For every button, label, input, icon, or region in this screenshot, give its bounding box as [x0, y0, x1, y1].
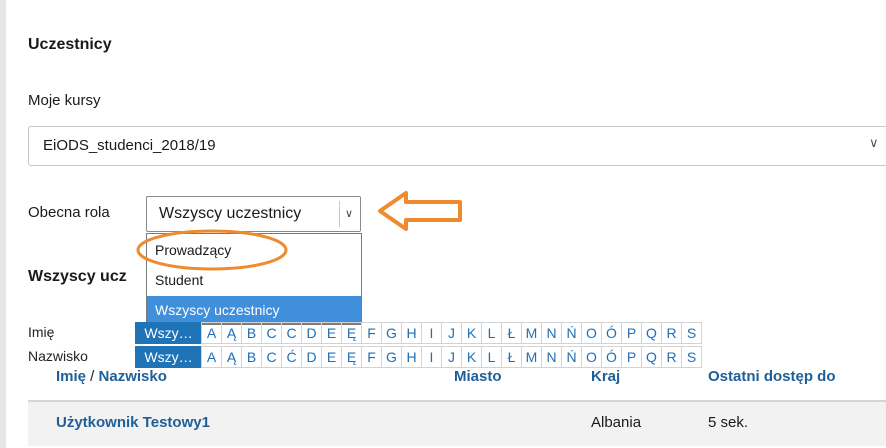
- header-separator: /: [86, 368, 99, 385]
- filter-letter-button[interactable]: H: [401, 322, 422, 344]
- user-name-link[interactable]: Użytkownik Testowy1: [56, 414, 210, 431]
- filter-all-button[interactable]: Wszy…: [135, 322, 202, 344]
- last-name-sort-link[interactable]: Nazwisko: [99, 368, 167, 385]
- course-select-value: EiODS_studenci_2018/19: [43, 137, 216, 154]
- first-name-sort-link[interactable]: Imię: [56, 368, 86, 385]
- filter-letter-button[interactable]: M: [521, 322, 542, 344]
- filter-letter-button[interactable]: E: [321, 322, 342, 344]
- filter-letter-button[interactable]: Ł: [501, 322, 522, 344]
- country-column-header[interactable]: Kraj: [591, 368, 620, 385]
- filter-letter-button[interactable]: I: [421, 322, 442, 344]
- my-courses-label: Moje kursy: [28, 92, 101, 109]
- filter-letter-button[interactable]: Ó: [601, 322, 622, 344]
- first-name-letters: Wszy… A Ą B C C D E Ę F G H I J K L Ł M N Ń O Ó P Q R S: [135, 322, 702, 344]
- chevron-down-icon: ∨: [339, 201, 358, 227]
- filter-letter-button[interactable]: A: [201, 322, 222, 344]
- role-label: Obecna rola: [28, 204, 110, 221]
- filter-letter-button[interactable]: Ę: [341, 322, 362, 344]
- filter-letter-button[interactable]: P: [621, 322, 642, 344]
- filter-letter-button[interactable]: D: [301, 322, 322, 344]
- filter-letter-button[interactable]: C: [281, 322, 302, 344]
- table-header: Imię / Nazwisko Miasto Kraj Ostatni dost…: [28, 360, 886, 402]
- filter-letter-button[interactable]: Q: [641, 322, 662, 344]
- first-name-filter-label: Imię: [28, 324, 55, 340]
- filter-letter-button[interactable]: N: [541, 322, 562, 344]
- filter-letter-button[interactable]: L: [481, 322, 502, 344]
- table-row: Użytkownik Testowy1 Albania 5 sek.: [28, 402, 886, 446]
- filter-letter-button[interactable]: O: [581, 322, 602, 344]
- filter-letter-button[interactable]: Ń: [561, 322, 582, 344]
- filter-letter-button[interactable]: B: [241, 322, 262, 344]
- section-heading: Wszyscy ucz: [28, 268, 127, 285]
- role-option-all[interactable]: Wszyscy uczestnicy: [147, 296, 361, 324]
- filter-letter-button[interactable]: F: [361, 322, 382, 344]
- user-country: Albania: [591, 414, 642, 431]
- course-select[interactable]: EiODS_studenci_2018/19 ∨: [28, 126, 886, 166]
- annotation-arrow-icon: [378, 191, 462, 231]
- filter-letter-button[interactable]: G: [381, 322, 402, 344]
- filter-letter-button[interactable]: K: [461, 322, 482, 344]
- filter-letter-button[interactable]: C: [261, 322, 282, 344]
- name-column-header: Imię / Nazwisko: [56, 368, 167, 385]
- filter-letter-button[interactable]: Ą: [221, 322, 242, 344]
- filter-letter-button[interactable]: R: [661, 322, 682, 344]
- city-column-header[interactable]: Miasto: [454, 368, 502, 385]
- page-title: Uczestnicy: [28, 36, 112, 53]
- annotation-circle-icon: [136, 229, 288, 271]
- last-access-column-header[interactable]: Ostatni dostęp do: [708, 368, 836, 385]
- filter-letter-button[interactable]: J: [441, 322, 462, 344]
- user-last-access: 5 sek.: [708, 414, 749, 431]
- page-left-border: [0, 0, 6, 448]
- filter-letter-button[interactable]: S: [681, 322, 702, 344]
- chevron-down-icon: ∨: [869, 135, 879, 150]
- role-select-value: Wszyscy uczestnicy: [159, 205, 302, 222]
